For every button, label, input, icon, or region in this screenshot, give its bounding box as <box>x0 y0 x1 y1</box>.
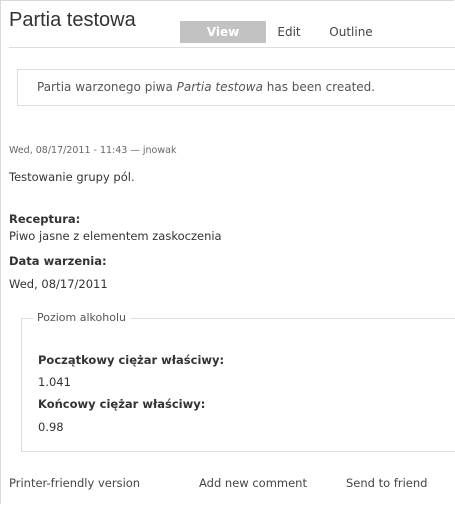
brew-date-label: Data warzenia: <box>9 254 107 268</box>
printer-friendly-link[interactable]: Printer-friendly version <box>9 476 140 490</box>
tab-edit[interactable]: Edit <box>266 21 312 43</box>
status-prefix: Partia warzonego piwa <box>37 80 177 94</box>
recipe-label: Receptura: <box>9 212 81 226</box>
tab-outline[interactable]: Outline <box>312 21 390 43</box>
brew-date-value: Wed, 08/17/2011 <box>9 277 108 291</box>
node-header: Partia testowa View Edit Outline <box>9 9 455 47</box>
add-comment-link[interactable]: Add new comment <box>199 476 307 490</box>
alcohol-fieldset: Poziom alkoholu Początkowy ciężar właści… <box>21 311 455 452</box>
status-suffix: has been created. <box>262 80 376 94</box>
tab-view[interactable]: View <box>180 21 266 43</box>
header-divider <box>9 47 455 48</box>
recipe-value: Piwo jasne z elementem zaskoczenia <box>9 229 222 243</box>
status-message-text: Partia warzonego piwa Partia testowa has… <box>37 80 375 94</box>
final-gravity-value: 0.98 <box>38 420 64 434</box>
fieldset-legend: Poziom alkoholu <box>33 311 130 324</box>
original-gravity-value: 1.041 <box>38 375 71 389</box>
original-gravity-label: Początkowy ciężar właściwy: <box>38 353 225 367</box>
status-node-title: Partia testowa <box>176 80 263 94</box>
page-title: Partia testowa <box>9 9 136 31</box>
node-body: Testowanie grupy pól. <box>9 170 135 184</box>
final-gravity-label: Końcowy ciężar właściwy: <box>38 397 206 411</box>
status-message: Partia warzonego piwa Partia testowa has… <box>17 69 455 106</box>
send-to-friend-link[interactable]: Send to friend <box>346 476 427 490</box>
submitted-info: Wed, 08/17/2011 - 11:43 — jnowak <box>9 145 177 156</box>
